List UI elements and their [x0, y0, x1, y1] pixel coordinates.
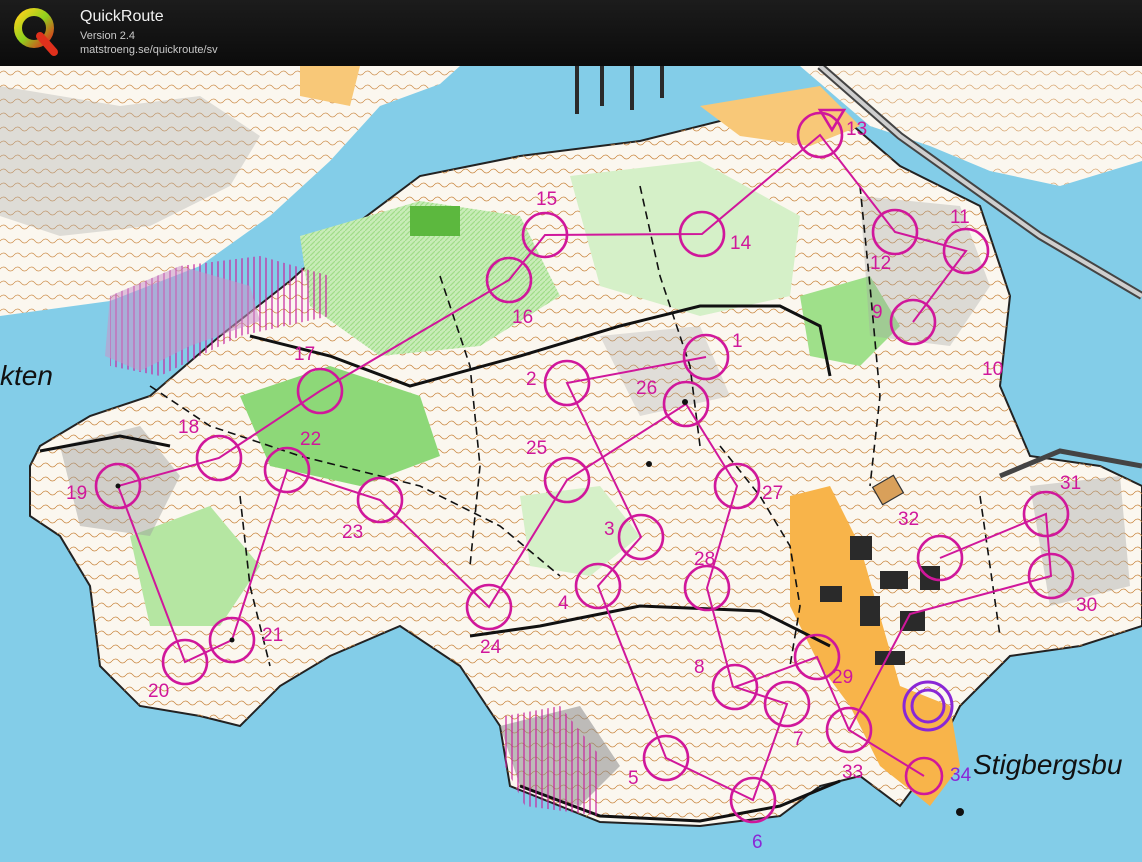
control-label: 1: [732, 331, 743, 352]
control-label: 12: [870, 253, 892, 274]
place-name-east: Stigbergsbu: [973, 749, 1123, 780]
control-label: 13: [846, 119, 868, 140]
control-label: 14: [730, 233, 752, 254]
control-label: 10: [982, 359, 1004, 380]
control-label: 8: [694, 657, 705, 678]
control-label: 20: [148, 681, 170, 702]
control-label: 17: [294, 344, 316, 365]
control-label: 28: [694, 549, 716, 570]
control-label: 23: [342, 522, 364, 543]
control-label: 22: [300, 429, 322, 450]
app-version: Version 2.4: [80, 30, 136, 42]
control-label: 32: [898, 509, 920, 530]
control-label: 30: [1076, 595, 1098, 616]
control-label: 34: [950, 765, 972, 786]
app-header: QuickRoute Version 2.4 matstroeng.se/qui…: [0, 0, 1142, 66]
control-label: 25: [526, 438, 548, 459]
control-label: 11: [950, 207, 970, 228]
control-label: 19: [66, 483, 88, 504]
quickroute-logo: [14, 8, 58, 56]
control-label: 2: [526, 369, 537, 390]
control-label: 5: [628, 768, 639, 789]
control-label: 29: [832, 667, 854, 688]
control-label: 21: [262, 625, 284, 646]
control-label: 3: [604, 519, 615, 540]
app-url[interactable]: matstroeng.se/quickroute/sv: [80, 44, 218, 56]
map-canvas: [0, 66, 1142, 828]
control-label: 6: [752, 832, 763, 853]
control-label: 26: [636, 378, 658, 399]
control-label: 18: [178, 417, 200, 438]
control-label: 24: [480, 637, 502, 658]
control-label: 4: [558, 593, 569, 614]
app-title: QuickRoute: [80, 8, 164, 25]
control-label: 15: [536, 189, 558, 210]
control-label: 9: [872, 302, 883, 323]
control-label: 16: [512, 307, 534, 328]
control-label: 33: [842, 762, 864, 783]
control-label: 31: [1060, 473, 1082, 494]
control-label: 7: [793, 729, 804, 750]
orienteering-map[interactable]: kten Stigbergsbu 1 2 3 4 5 6 7 8 9 10 11…: [0, 66, 1142, 862]
place-name-west: kten: [0, 360, 53, 391]
control-label: 27: [762, 483, 784, 504]
